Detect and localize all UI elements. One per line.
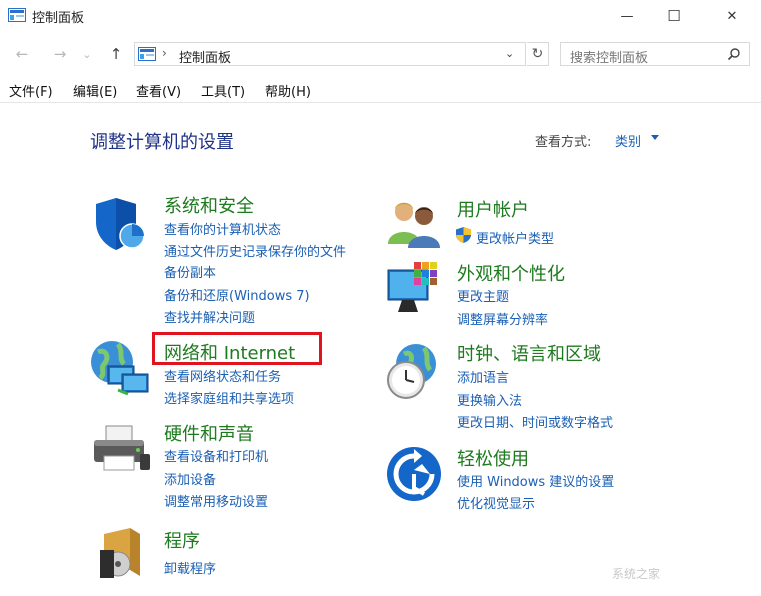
chevron-down-icon[interactable] — [651, 135, 659, 140]
category-clock-region[interactable]: 时钟、语言和区域 — [457, 340, 601, 366]
control-panel-icon — [8, 8, 26, 22]
control-panel-icon — [138, 47, 156, 61]
search-input[interactable]: 搜索控制面板 — [570, 47, 648, 66]
link-date-time-format[interactable]: 更改日期、时间或数字格式 — [457, 412, 613, 431]
ease-of-access-icon — [387, 447, 441, 501]
back-button[interactable]: ← — [12, 44, 32, 64]
appearance-icon — [387, 262, 437, 312]
network-globe-icon — [91, 341, 149, 396]
search-box[interactable]: 搜索控制面板 — [560, 42, 750, 66]
maximize-icon: ☐ — [667, 7, 681, 25]
minimize-icon: — — [620, 8, 634, 24]
link-change-theme[interactable]: 更改主题 — [457, 286, 509, 305]
link-file-history[interactable]: 通过文件历史记录保存你的文件 — [164, 241, 346, 260]
breadcrumb[interactable]: 控制面板 — [179, 47, 231, 66]
link-change-input-method[interactable]: 更换输入法 — [457, 390, 522, 409]
up-arrow-icon: ↑ — [109, 45, 123, 63]
window-title: 控制面板 — [32, 11, 85, 26]
link-homegroup-sharing[interactable]: 选择家庭组和共享选项 — [164, 388, 294, 407]
menu-file[interactable]: 文件(F) — [9, 81, 53, 100]
link-recommended-settings[interactable]: 使用 Windows 建议的设置 — [457, 471, 614, 490]
close-icon: ✕ — [726, 8, 738, 24]
refresh-button[interactable]: ↻ — [527, 42, 549, 66]
refresh-icon: ↻ — [531, 46, 544, 62]
clock-globe-icon — [387, 344, 436, 399]
menu-help[interactable]: 帮助(H) — [265, 81, 311, 100]
address-bar[interactable]: › 控制面板 ⌄ — [134, 42, 526, 66]
link-backup-copy[interactable]: 备份副本 — [164, 262, 216, 281]
category-hardware-sound[interactable]: 硬件和声音 — [164, 420, 254, 446]
chevron-down-icon: ⌄ — [82, 47, 92, 61]
menu-view[interactable]: 查看(V) — [136, 81, 181, 100]
menu-edit[interactable]: 编辑(E) — [73, 81, 117, 100]
category-network-internet[interactable]: 网络和 Internet — [164, 339, 295, 365]
search-icon[interactable] — [727, 47, 741, 61]
link-devices-printers[interactable]: 查看设备和打印机 — [164, 446, 268, 465]
link-uninstall-program[interactable]: 卸载程序 — [164, 558, 216, 577]
back-arrow-icon: ← — [15, 45, 29, 63]
forward-button[interactable]: → — [50, 44, 70, 64]
link-optimize-display[interactable]: 优化视觉显示 — [457, 493, 535, 512]
category-programs[interactable]: 程序 — [164, 527, 200, 553]
link-troubleshoot[interactable]: 查找并解决问题 — [164, 307, 255, 326]
link-backup-restore[interactable]: 备份和还原(Windows 7) — [164, 285, 310, 304]
printer-icon — [94, 425, 150, 471]
shield-icon — [96, 198, 145, 250]
page-title: 调整计算机的设置 — [90, 132, 234, 153]
category-appearance[interactable]: 外观和个性化 — [457, 260, 565, 286]
forward-arrow-icon: → — [53, 45, 67, 63]
users-icon — [388, 202, 440, 248]
breadcrumb-separator-icon: › — [162, 46, 167, 60]
menu-tools[interactable]: 工具(T) — [201, 81, 245, 100]
maximize-button[interactable]: ☐ — [651, 0, 697, 32]
category-system-security[interactable]: 系统和安全 — [164, 192, 254, 218]
category-user-accounts[interactable]: 用户帐户 — [457, 196, 529, 222]
link-view-computer-status[interactable]: 查看你的计算机状态 — [164, 219, 281, 238]
category-ease-of-access[interactable]: 轻松使用 — [457, 445, 529, 471]
link-change-account-type[interactable]: 更改帐户类型 — [476, 228, 554, 247]
close-button[interactable]: ✕ — [709, 0, 755, 32]
uac-shield-icon — [456, 227, 471, 243]
up-button[interactable]: ↑ — [106, 44, 126, 64]
address-dropdown-icon[interactable]: ⌄ — [505, 47, 514, 60]
link-mobility-settings[interactable]: 调整常用移动设置 — [164, 491, 268, 510]
link-add-device[interactable]: 添加设备 — [164, 469, 216, 488]
link-network-status[interactable]: 查看网络状态和任务 — [164, 366, 281, 385]
programs-icon — [100, 528, 140, 578]
link-add-language[interactable]: 添加语言 — [457, 367, 509, 386]
view-by-dropdown[interactable]: 类别 — [615, 131, 641, 150]
view-by-label: 查看方式: — [535, 135, 592, 150]
minimize-button[interactable]: — — [604, 0, 650, 32]
watermark: 系统之家 — [612, 567, 661, 581]
link-screen-resolution[interactable]: 调整屏幕分辨率 — [457, 309, 548, 328]
recent-locations-button[interactable]: ⌄ — [80, 44, 94, 64]
